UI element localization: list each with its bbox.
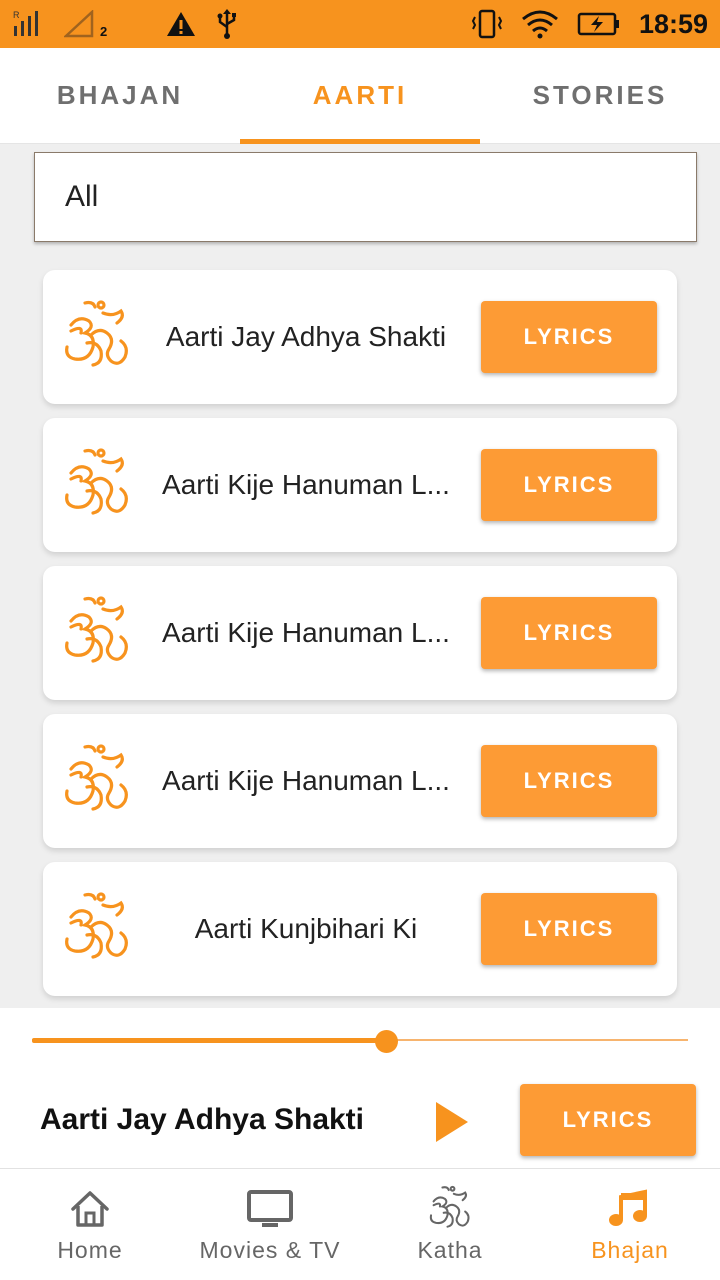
seek-bar[interactable]	[32, 1030, 688, 1053]
lyrics-button[interactable]: LYRICS	[481, 449, 657, 521]
om-icon	[63, 447, 131, 523]
no-signal-icon	[64, 10, 96, 38]
filter-value: All	[65, 180, 99, 213]
list-item-title: Aarti Kije Hanuman L...	[162, 469, 450, 500]
tab-aarti[interactable]: AARTI	[240, 48, 480, 144]
filter-dropdown[interactable]: All	[34, 152, 697, 242]
om-icon	[63, 891, 131, 967]
status-time: 18:59	[638, 8, 708, 39]
play-icon[interactable]	[432, 1100, 472, 1144]
tab-bhajan[interactable]: BHAJAN	[0, 48, 240, 143]
om-icon	[427, 1185, 473, 1233]
list-item-title: Aarti Kunjbihari Ki	[194, 913, 418, 944]
nav-movies-tv-label: Movies & TV	[199, 1237, 341, 1263]
list-item[interactable]: Aarti Kije Hanuman L... LYRICS	[43, 714, 677, 848]
status-left: R 2	[12, 9, 239, 39]
wifi-icon	[521, 9, 559, 39]
list-item-title: Aarti Jay Adhya Shakti	[165, 321, 447, 352]
lyrics-button[interactable]: LYRICS	[481, 597, 657, 669]
nav-katha-label: Katha	[417, 1237, 483, 1263]
status-bar: R 2 18:59	[0, 0, 720, 48]
now-playing-title: Aarti Jay Adhya Shakti	[40, 1103, 365, 1136]
usb-icon	[215, 9, 239, 39]
om-icon	[63, 595, 131, 671]
player-lyrics-button[interactable]: LYRICS	[520, 1084, 696, 1156]
warning-icon	[165, 10, 197, 38]
bottom-nav: Home Movies & TV Katha Bhajan	[0, 1168, 720, 1280]
tv-icon	[246, 1185, 294, 1233]
nav-movies-tv[interactable]: Movies & TV	[180, 1169, 360, 1280]
list-item[interactable]: Aarti Jay Adhya Shakti LYRICS	[43, 270, 677, 404]
om-icon	[63, 299, 131, 375]
aarti-list: Aarti Jay Adhya Shakti LYRICS Aarti Kije…	[43, 270, 677, 1010]
vibrate-icon	[471, 9, 503, 39]
list-item-title: Aarti Kije Hanuman L...	[162, 617, 450, 648]
sim-slot-badge: 2	[100, 23, 108, 39]
lyrics-button[interactable]: LYRICS	[481, 301, 657, 373]
list-item-title: Aarti Kije Hanuman L...	[162, 765, 450, 796]
signal-icon: R	[12, 10, 46, 38]
list-item[interactable]: Aarti Kije Hanuman L... LYRICS	[43, 418, 677, 552]
om-icon	[63, 743, 131, 819]
nav-bhajan-label: Bhajan	[591, 1237, 669, 1263]
lyrics-button[interactable]: LYRICS	[481, 745, 657, 817]
seek-progress	[32, 1038, 387, 1043]
lyrics-button[interactable]: LYRICS	[481, 893, 657, 965]
nav-home-label: Home	[57, 1237, 123, 1263]
mini-player: Aarti Jay Adhya Shakti LYRICS	[0, 1008, 720, 1168]
seek-thumb[interactable]	[375, 1030, 399, 1053]
svg-text:R: R	[13, 10, 20, 20]
nav-katha[interactable]: Katha	[360, 1169, 540, 1280]
category-tabs: BHAJAN AARTI STORIES	[0, 48, 720, 144]
nav-home[interactable]: Home	[0, 1169, 180, 1280]
battery-charging-icon	[577, 11, 621, 37]
status-right: 18:59	[471, 9, 708, 40]
list-item[interactable]: Aarti Kije Hanuman L... LYRICS	[43, 566, 677, 700]
music-note-icon	[609, 1185, 651, 1233]
tab-stories[interactable]: STORIES	[480, 48, 720, 143]
home-icon	[69, 1185, 111, 1233]
list-item[interactable]: Aarti Kunjbihari Ki LYRICS	[43, 862, 677, 996]
nav-bhajan[interactable]: Bhajan	[540, 1169, 720, 1280]
